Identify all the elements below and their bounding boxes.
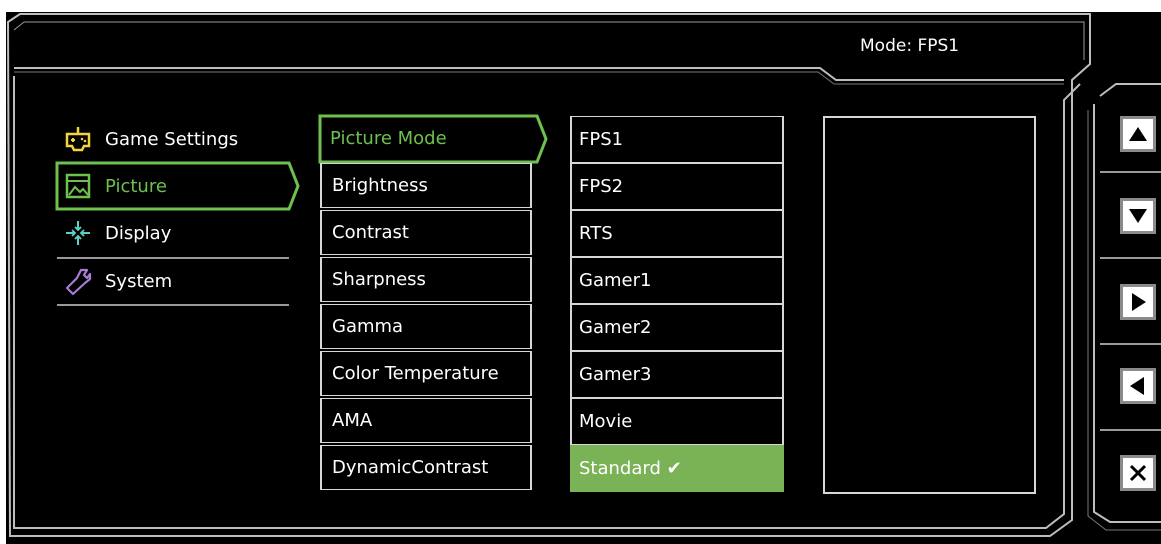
arrow-up-icon — [1129, 127, 1147, 141]
option-label: Gamer3 — [579, 364, 652, 385]
category-picture[interactable]: Picture — [57, 163, 289, 209]
option-label: Standard ✔ — [579, 458, 682, 479]
submenu-label: Sharpness — [332, 269, 426, 290]
category-game-settings[interactable]: Game Settings — [57, 116, 289, 162]
preview-panel — [823, 116, 1036, 494]
option-fps2[interactable]: FPS2 — [570, 163, 784, 210]
submenu-gamma[interactable]: Gamma — [320, 304, 532, 349]
submenu-label: Gamma — [332, 316, 404, 337]
submenu-label: Color Temperature — [332, 363, 499, 384]
option-gamer1[interactable]: Gamer1 — [570, 257, 784, 304]
category-display[interactable]: Display — [57, 210, 289, 256]
submenu-label: Brightness — [332, 175, 428, 196]
submenu-ama[interactable]: AMA — [320, 398, 532, 443]
option-label: Movie — [579, 411, 633, 432]
down-key-button[interactable] — [1120, 198, 1156, 234]
gamepad-icon — [61, 122, 95, 156]
display-arrows-icon — [61, 216, 95, 250]
close-icon — [1129, 464, 1147, 482]
submenu-picture-mode[interactable]: Picture Mode — [320, 116, 532, 161]
mode-indicator: Mode: FPS1 — [860, 36, 960, 56]
category-label: System — [105, 270, 173, 292]
submenu-label: Contrast — [332, 222, 409, 243]
option-label: RTS — [579, 223, 613, 244]
right-key-button[interactable] — [1120, 284, 1156, 320]
option-fps1[interactable]: FPS1 — [570, 116, 784, 163]
category-label: Picture — [105, 175, 167, 197]
submenu-brightness[interactable]: Brightness — [320, 163, 532, 208]
option-gamer3[interactable]: Gamer3 — [570, 351, 784, 398]
option-movie[interactable]: Movie — [570, 398, 784, 445]
option-standard[interactable]: Standard ✔ — [570, 445, 784, 492]
option-label: Gamer2 — [579, 317, 652, 338]
category-divider — [57, 304, 289, 306]
submenu-label: DynamicContrast — [332, 457, 489, 478]
option-label: FPS1 — [579, 129, 624, 150]
submenu-label: Picture Mode — [330, 128, 447, 149]
category-label: Display — [105, 222, 172, 244]
submenu-dynamic-contrast[interactable]: DynamicContrast — [320, 445, 532, 490]
left-key-button[interactable] — [1120, 368, 1156, 404]
option-label: FPS2 — [579, 176, 624, 197]
option-label: Gamer1 — [579, 270, 652, 291]
arrow-left-icon — [1130, 377, 1144, 395]
submenu-contrast[interactable]: Contrast — [320, 210, 532, 255]
option-rts[interactable]: RTS — [570, 210, 784, 257]
category-system[interactable]: System — [57, 258, 289, 304]
up-key-button[interactable] — [1120, 116, 1156, 152]
submenu-color-temperature[interactable]: Color Temperature — [320, 351, 532, 396]
option-gamer2[interactable]: Gamer2 — [570, 304, 784, 351]
submenu-label: AMA — [332, 410, 373, 431]
wrench-icon — [61, 264, 95, 298]
picture-icon — [61, 169, 95, 203]
arrow-right-icon — [1132, 293, 1146, 311]
submenu-sharpness[interactable]: Sharpness — [320, 257, 532, 302]
exit-key-button[interactable] — [1120, 455, 1156, 491]
category-label: Game Settings — [105, 128, 239, 150]
arrow-down-icon — [1129, 209, 1147, 223]
